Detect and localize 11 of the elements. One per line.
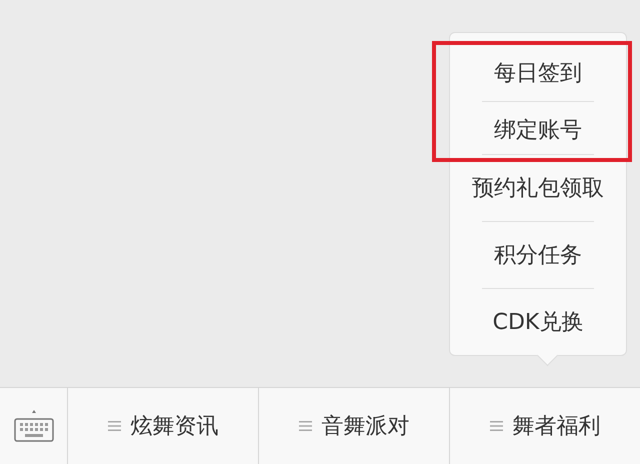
menu-icon <box>298 420 312 432</box>
menu-item[interactable]: CDK兑换 <box>450 289 626 355</box>
menu-item[interactable]: 每日签到 <box>450 45 626 101</box>
menu-item[interactable]: 绑定账号 <box>450 102 626 158</box>
menu-tab[interactable]: 炫舞资讯 <box>67 388 258 464</box>
menu-tab[interactable]: 音舞派对 <box>258 388 449 464</box>
menu-item[interactable]: 预约礼包领取 <box>450 155 626 221</box>
menu-icon <box>490 420 502 432</box>
menu-icon <box>108 420 120 432</box>
menu-item[interactable]: 积分任务 <box>450 222 626 288</box>
menu-tab[interactable]: 舞者福利 <box>449 388 640 464</box>
